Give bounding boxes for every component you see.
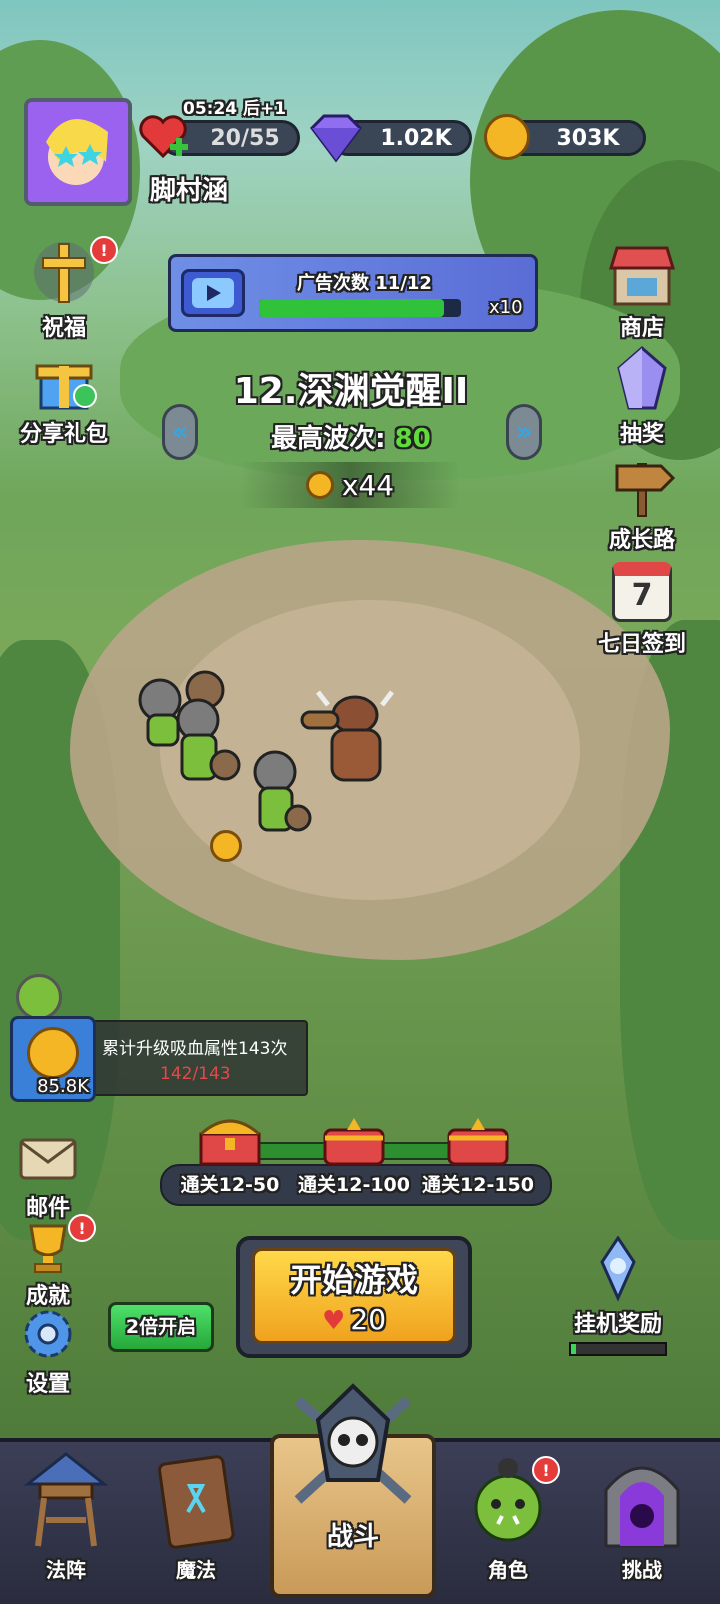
- settings-button[interactable]: 设置: [0, 1306, 108, 1398]
- idle-crystal-icon: [600, 1235, 636, 1302]
- watchtower-icon: [23, 1452, 109, 1547]
- nav-label-character: 角色: [488, 1558, 528, 1582]
- nav-label-battle: 战斗: [326, 1522, 379, 1552]
- reward-coin-amount: x44: [341, 468, 395, 502]
- gear-icon: [24, 1310, 72, 1358]
- chest-milestone-1[interactable]: 通关12-50: [170, 1108, 290, 1197]
- nav-tab-magic[interactable]: 魔法: [136, 1450, 256, 1590]
- nav-label-magic: 魔法: [176, 1558, 216, 1582]
- ad-multiplier: x10: [489, 297, 523, 318]
- chest-milestone-2[interactable]: 通关12-100: [292, 1108, 416, 1197]
- settings-label: 设置: [25, 1372, 70, 1397]
- crystal-icon: [617, 346, 667, 410]
- energy-timer: 05:24 后+1: [183, 99, 287, 119]
- chest-milestone-label: 通关12-50: [180, 1174, 280, 1196]
- calendar-icon: 7: [612, 562, 672, 622]
- seven-day-checkin-button[interactable]: 7 七日签到: [582, 562, 702, 658]
- double-speed-button[interactable]: 2倍开启: [108, 1302, 214, 1352]
- gold-coin-icon[interactable]: [484, 114, 530, 160]
- chest-milestone-3[interactable]: 通关12-150: [416, 1108, 540, 1197]
- gift-box-icon: [35, 364, 97, 410]
- nav-label-formation: 法阵: [46, 1558, 86, 1582]
- growth-path-button[interactable]: 成长路: [582, 454, 702, 554]
- share-gift-label: 分享礼包: [19, 422, 108, 447]
- quest-panel[interactable]: 85.8K 累计升级吸血属性143次 142/143: [10, 1016, 308, 1102]
- stage-reward-bar: x44: [240, 462, 460, 508]
- treasure-chest-icon: [199, 1119, 261, 1166]
- ad-reward-panel[interactable]: 广告次数 11/12 x10: [168, 254, 538, 332]
- nav-label-challenge: 挑战: [622, 1558, 662, 1582]
- achievement-button[interactable]: 成就 !: [0, 1214, 108, 1310]
- quest-reward-amount: 85.8K: [37, 1076, 89, 1097]
- player-name: 脚村涵: [150, 176, 229, 206]
- heart-plus-icon[interactable]: [138, 112, 194, 164]
- seven-day-label: 七日签到: [597, 632, 686, 657]
- envelope-icon: [19, 1138, 77, 1180]
- shop-button[interactable]: 商店: [582, 242, 702, 342]
- diamond-icon[interactable]: [306, 112, 366, 164]
- minotaur-hero: [300, 690, 394, 782]
- notification-badge: !: [90, 236, 118, 264]
- shop-stall-icon: [608, 246, 676, 306]
- treasure-chest-icon: [447, 1118, 509, 1166]
- quest-coin-icon: [27, 1027, 79, 1079]
- mail-button[interactable]: 邮件: [0, 1130, 108, 1222]
- start-button-face: 开始游戏 ♥ 20: [252, 1248, 456, 1344]
- lottery-button[interactable]: 抽奖: [582, 346, 702, 448]
- quest-progress: 142/143: [160, 1064, 231, 1084]
- heart-icon: ♥: [321, 1306, 346, 1336]
- nav-tab-battle[interactable]: 战斗: [264, 1380, 442, 1598]
- nav-tab-formation[interactable]: 法阵: [6, 1450, 126, 1590]
- share-gift-button[interactable]: 分享礼包: [4, 354, 124, 448]
- start-game-button[interactable]: 开始游戏 ♥ 20: [236, 1236, 472, 1358]
- goblin-portrait-icon: [16, 974, 62, 1020]
- spellbook-icon: [158, 1455, 235, 1549]
- ad-progress-fill: [259, 299, 445, 317]
- shop-label: 商店: [619, 316, 664, 341]
- start-cost: ♥ 20: [321, 1303, 387, 1336]
- skull-swords-icon: [294, 1383, 412, 1504]
- video-play-icon: [181, 269, 245, 317]
- idle-reward-button[interactable]: 挂机奖励: [562, 1235, 674, 1356]
- reward-coin-icon: [305, 471, 334, 499]
- quest-reward-box: 85.8K: [10, 1016, 96, 1102]
- player-avatar[interactable]: [24, 98, 132, 206]
- lottery-label: 抽奖: [619, 422, 664, 447]
- bless-label: 祝福: [41, 316, 86, 341]
- chest-milestone-label: 通关12-150: [422, 1174, 534, 1196]
- portal-gate-icon: [604, 1466, 680, 1548]
- nav-tab-character[interactable]: 角色 !: [448, 1450, 568, 1590]
- start-game-label: 开始游戏: [289, 1261, 418, 1299]
- ad-progress-bar: [259, 299, 461, 317]
- treasure-chest-icon: [323, 1118, 385, 1166]
- growth-path-label: 成长路: [608, 528, 675, 553]
- prev-stage-button[interactable]: «: [162, 404, 198, 460]
- chevron-left-icon: «: [171, 417, 189, 447]
- golden-cross-icon: [34, 242, 94, 303]
- next-stage-button[interactable]: »: [506, 404, 542, 460]
- notification-badge: !: [532, 1456, 560, 1484]
- chest-milestone-label: 通关12-100: [298, 1174, 410, 1196]
- chevron-right-icon: »: [515, 417, 533, 447]
- coin-drop-icon: [210, 830, 242, 862]
- nav-tab-challenge[interactable]: 挑战: [582, 1450, 702, 1590]
- idle-reward-label: 挂机奖励: [573, 1312, 662, 1337]
- notification-badge: !: [68, 1214, 96, 1242]
- quest-description: 累计升级吸血属性143次: [102, 1039, 288, 1059]
- signpost-icon: [615, 463, 676, 517]
- bless-button[interactable]: 祝福 !: [4, 236, 124, 342]
- ad-count-label: 广告次数 11/12: [297, 273, 432, 294]
- idle-progress-bar: [569, 1342, 667, 1356]
- idle-progress-fill: [571, 1344, 576, 1354]
